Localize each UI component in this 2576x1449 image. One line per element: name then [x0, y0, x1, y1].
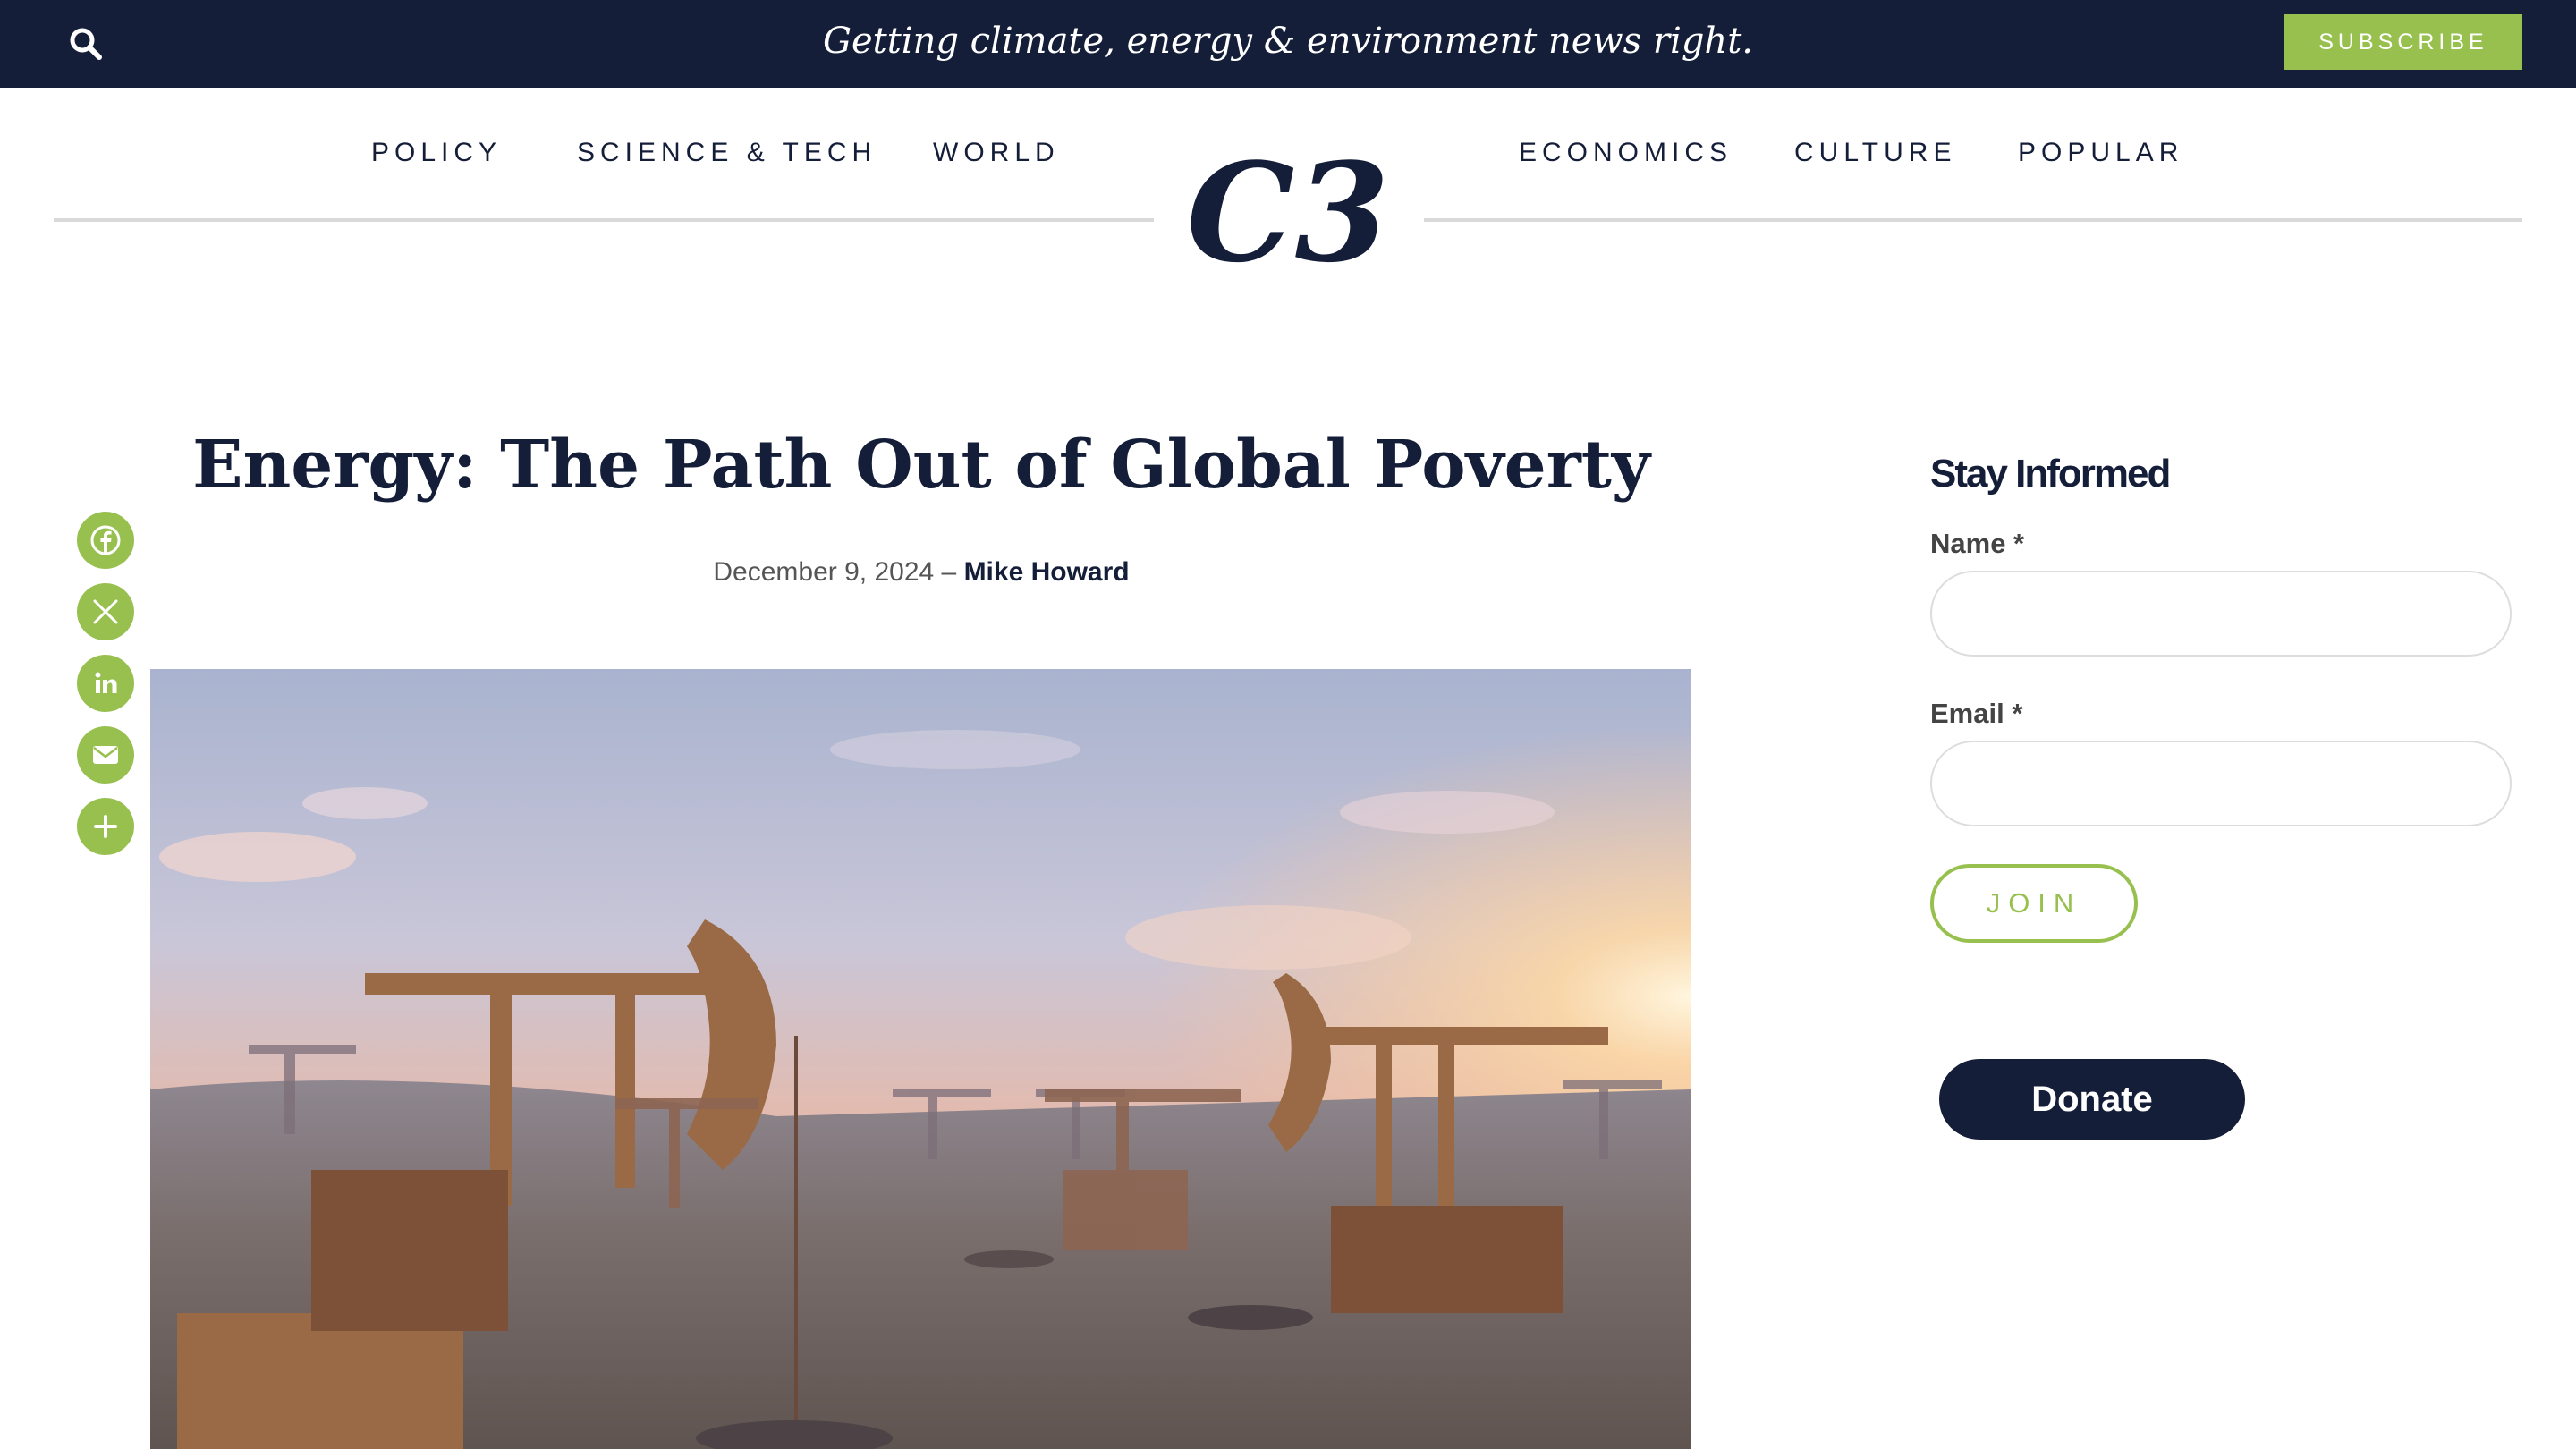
article-title: Energy: The Path Out of Global Poverty: [192, 427, 1650, 504]
nav-item-science-tech[interactable]: SCIENCE & TECH: [577, 138, 877, 168]
nav-divider-right: [1424, 218, 2522, 222]
donate-button[interactable]: Donate: [1939, 1059, 2245, 1140]
byline-separator: –: [941, 557, 957, 587]
site-logo[interactable]: C3: [1154, 132, 1422, 293]
sidebar-heading: Stay Informed: [1930, 452, 2171, 496]
article-date: December 9, 2024: [713, 557, 935, 587]
article-hero-image: [150, 669, 1690, 1449]
name-field[interactable]: [1930, 571, 2512, 657]
nav-item-culture[interactable]: CULTURE: [1794, 138, 1956, 168]
linkedin-icon[interactable]: [77, 655, 134, 712]
join-button[interactable]: JOIN: [1930, 864, 2138, 943]
facebook-icon[interactable]: [77, 512, 134, 569]
x-icon[interactable]: [77, 583, 134, 640]
name-label: Name *: [1930, 528, 2025, 559]
plus-icon[interactable]: [77, 798, 134, 855]
email-label: Email *: [1930, 698, 2023, 729]
email-icon[interactable]: [77, 726, 134, 784]
top-bar: Getting climate, energy & environment ne…: [0, 0, 2576, 88]
site-tagline: Getting climate, energy & environment ne…: [823, 21, 1753, 62]
nav-item-economics[interactable]: ECONOMICS: [1519, 138, 1733, 168]
nav-item-popular[interactable]: POPULAR: [2018, 138, 2183, 168]
email-field[interactable]: [1930, 741, 2512, 826]
nav-divider-left: [54, 218, 1154, 222]
nav-item-policy[interactable]: POLICY: [371, 138, 502, 168]
article-author[interactable]: Mike Howard: [964, 557, 1130, 587]
nav-item-world[interactable]: WORLD: [933, 138, 1060, 168]
article-byline: December 9, 2024 – Mike Howard: [143, 555, 1699, 590]
subscribe-button[interactable]: SUBSCRIBE: [2284, 14, 2522, 70]
